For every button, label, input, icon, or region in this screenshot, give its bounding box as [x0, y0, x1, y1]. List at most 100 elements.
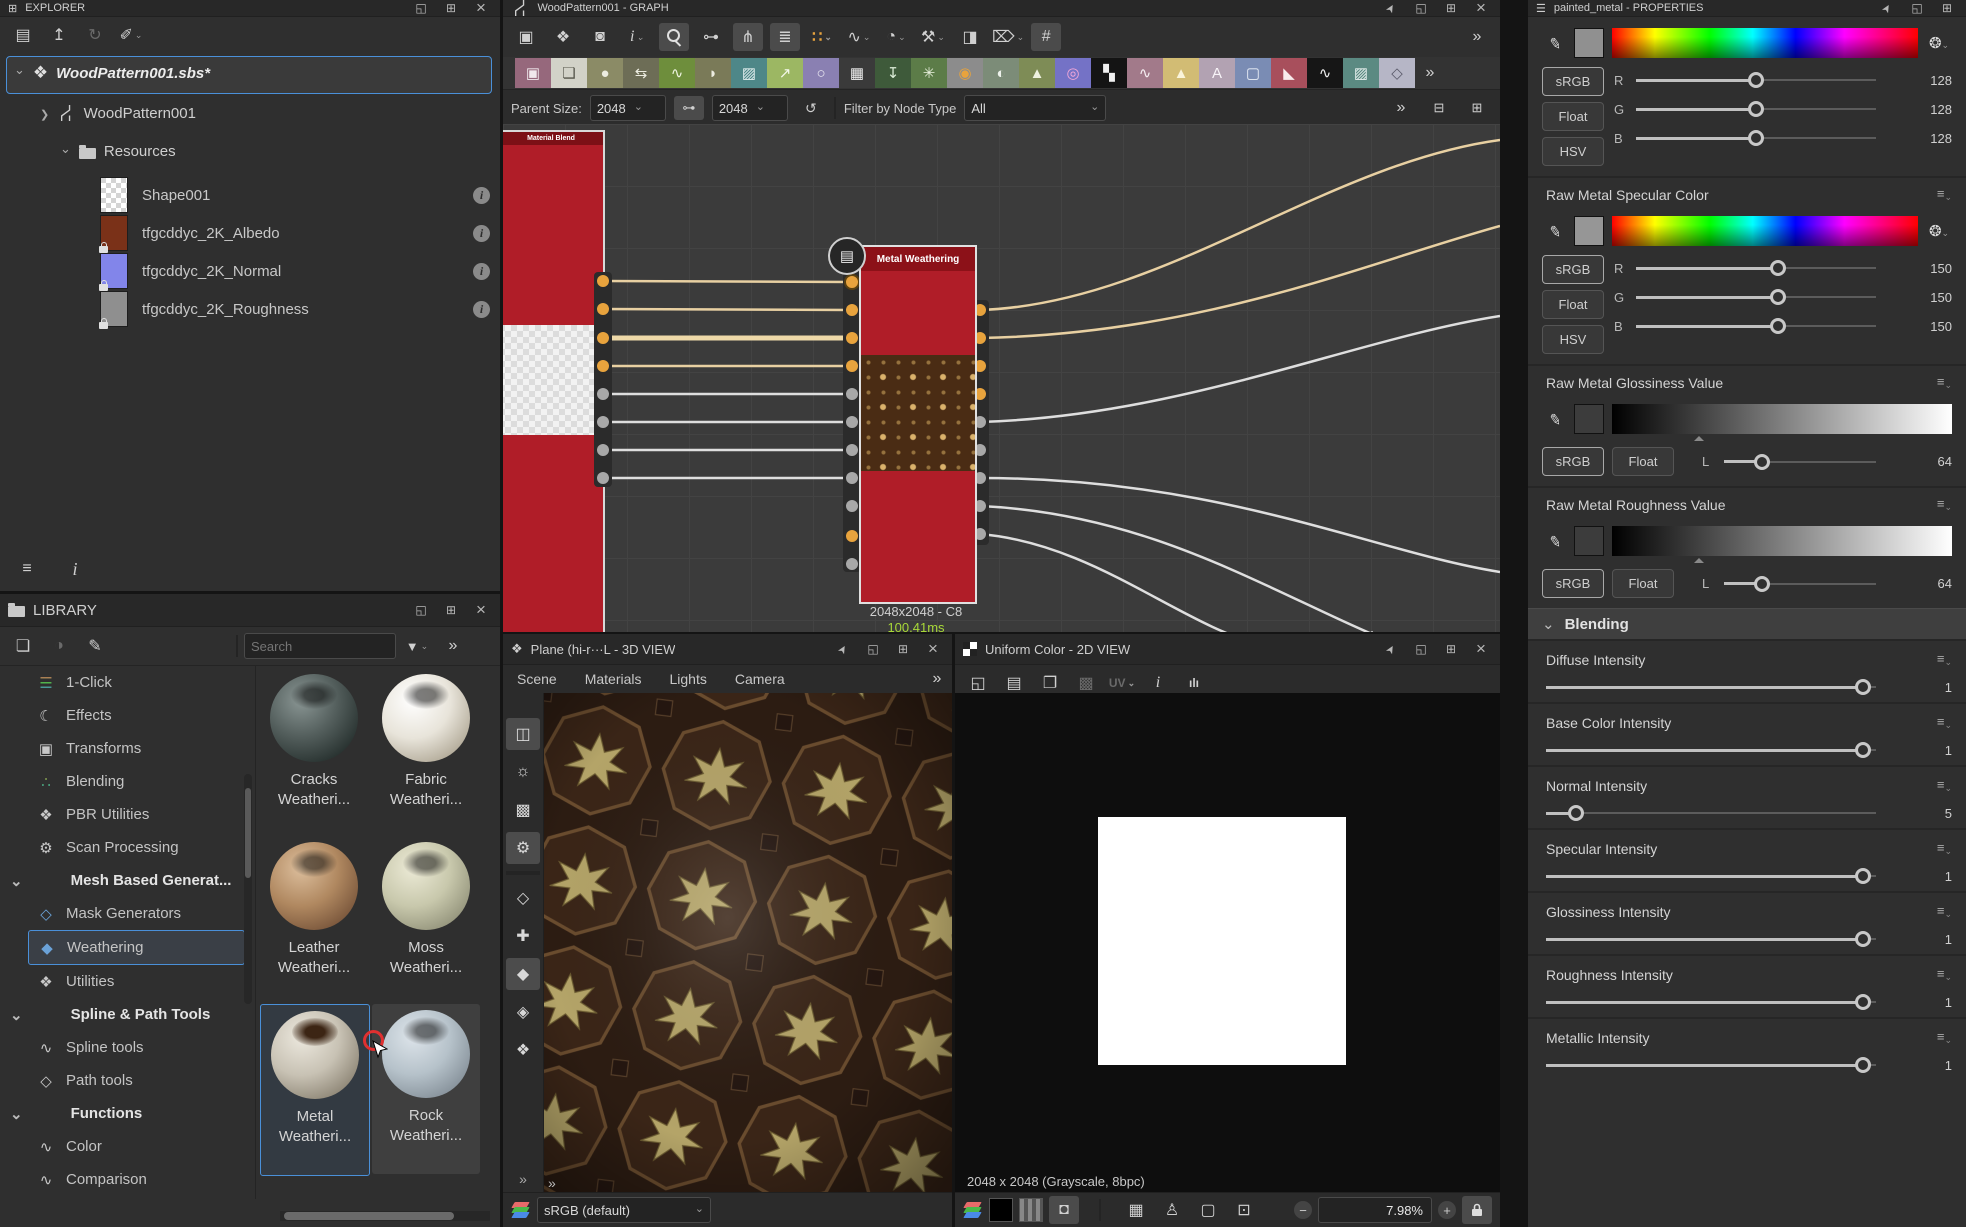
- output-document-badge[interactable]: [828, 237, 866, 275]
- colorspace-layers-icon[interactable]: [511, 1202, 531, 1218]
- tile-grid-button[interactable]: ▦: [1121, 1196, 1151, 1224]
- cracks-node[interactable]: ▨: [1343, 58, 1379, 88]
- parameter-menu-icon[interactable]: ≡: [1937, 496, 1952, 513]
- view3d-canvas[interactable]: »: [544, 693, 952, 1193]
- float-panel-button[interactable]: [1410, 0, 1432, 17]
- red-slider[interactable]: [1636, 259, 1902, 277]
- parameter-menu-icon[interactable]: ≡: [1937, 777, 1952, 794]
- menu-item[interactable]: Camera: [721, 671, 799, 687]
- hue-gradient-bar[interactable]: [1612, 216, 1918, 246]
- eyedropper-icon[interactable]: [1542, 410, 1566, 428]
- fit-view-button[interactable]: ▣: [511, 23, 541, 51]
- maximize-panel-button[interactable]: [1936, 0, 1958, 17]
- gray-swatch[interactable]: [1574, 404, 1604, 434]
- shelf-item-moss[interactable]: Moss Weatheri...: [372, 836, 480, 1006]
- colorspace-select[interactable]: sRGB (default): [537, 1197, 711, 1223]
- shelf-item-leather[interactable]: Leather Weatheri...: [260, 836, 368, 1006]
- bitmap-node[interactable]: ▣: [515, 58, 551, 88]
- close-panel-button[interactable]: [922, 640, 944, 658]
- overflow-menu-icon[interactable]: »: [1462, 23, 1492, 51]
- maximize-panel-button[interactable]: [1440, 0, 1462, 17]
- slope-blur-node[interactable]: ▨: [731, 58, 767, 88]
- blur-node[interactable]: ●: [587, 58, 623, 88]
- menu-item[interactable]: Materials: [571, 671, 656, 687]
- directional-blur-node[interactable]: ◗: [695, 58, 731, 88]
- toolbar-separator[interactable]: [506, 871, 540, 875]
- color-swatch[interactable]: [1574, 216, 1604, 246]
- close-panel-button[interactable]: [1470, 0, 1492, 17]
- clean-graph-button[interactable]: ⌦: [992, 23, 1024, 51]
- environment-button[interactable]: ▩: [506, 794, 540, 826]
- library-category[interactable]: Functions: [0, 1097, 255, 1130]
- levels-node[interactable]: ▚: [1091, 58, 1127, 88]
- parameter-menu-icon[interactable]: ≡: [1937, 1029, 1952, 1046]
- parent-size-height-select[interactable]: 2048: [712, 95, 788, 121]
- library-category[interactable]: ∿ Comparison: [0, 1163, 255, 1196]
- intensity-slider[interactable]: [1546, 804, 1902, 822]
- svg-node[interactable]: ❏: [551, 58, 587, 88]
- link-sizes-button[interactable]: ⊶: [674, 96, 704, 120]
- intensity-slider[interactable]: [1546, 741, 1902, 759]
- float-panel-button[interactable]: [862, 640, 884, 658]
- sphere-node[interactable]: ◐: [983, 58, 1019, 88]
- compute-timer-button[interactable]: ◔: [881, 23, 911, 51]
- float-panel-button[interactable]: [1906, 0, 1928, 17]
- parameter-menu-icon[interactable]: ≡: [1937, 714, 1952, 731]
- green-slider[interactable]: [1636, 100, 1902, 118]
- mannequin-button[interactable]: ♙: [1157, 1196, 1187, 1224]
- library-category[interactable]: ▣ Transforms: [0, 732, 255, 765]
- parameter-menu-icon[interactable]: ≡: [1937, 651, 1952, 668]
- snap-grid-button[interactable]: #: [1031, 23, 1061, 51]
- float-panel-button[interactable]: [410, 0, 432, 17]
- actual-size-button[interactable]: ⊡: [1229, 1196, 1259, 1224]
- eyedropper-icon[interactable]: [1542, 34, 1566, 52]
- zoom-in-button[interactable]: +: [1438, 1201, 1456, 1219]
- gradient-node[interactable]: ↧: [875, 58, 911, 88]
- edit-button[interactable]: ✎: [80, 632, 110, 660]
- refresh-button[interactable]: ↻: [80, 21, 110, 49]
- reset-size-button[interactable]: ↺: [796, 94, 826, 122]
- menu-overflow-icon[interactable]: »: [922, 665, 952, 693]
- lock-zoom-button[interactable]: [1462, 1196, 1492, 1224]
- close-panel-button[interactable]: [1470, 640, 1492, 658]
- srgb-button[interactable]: sRGB: [1542, 569, 1604, 598]
- color-presets-icon[interactable]: [1926, 34, 1952, 52]
- depth-panels-button[interactable]: ≣: [770, 23, 800, 51]
- library-category[interactable]: ☰ 1-Click: [0, 666, 255, 699]
- uv-display-button[interactable]: ◈: [506, 996, 540, 1028]
- fill-node[interactable]: ◣: [1271, 58, 1307, 88]
- scatter-node[interactable]: ✳: [911, 58, 947, 88]
- library-category[interactable]: ∿ Spline tools: [0, 1031, 255, 1064]
- screenshot-button[interactable]: ◙: [585, 23, 615, 51]
- blue-slider[interactable]: [1636, 129, 1902, 147]
- pattern-swatch[interactable]: [1019, 1198, 1043, 1222]
- layers-display-button[interactable]: ❖: [506, 1034, 540, 1066]
- hue-gradient-bar[interactable]: [1612, 28, 1918, 58]
- warp-node[interactable]: ⇆: [623, 58, 659, 88]
- view2d-canvas[interactable]: 2048 x 2048 (Grayscale, 8bpc): [955, 693, 1500, 1193]
- connector-options-button[interactable]: ∷: [807, 23, 837, 51]
- light-button[interactable]: ☼: [506, 756, 540, 788]
- luminance-slider[interactable]: [1724, 575, 1902, 593]
- histogram-node[interactable]: ▲: [1019, 58, 1055, 88]
- hsl-node[interactable]: ◎: [1055, 58, 1091, 88]
- filter-node-type-select[interactable]: All: [964, 95, 1106, 121]
- close-panel-button[interactable]: [470, 601, 492, 619]
- search-button[interactable]: [659, 23, 689, 51]
- shape-node[interactable]: ○: [803, 58, 839, 88]
- spline-node[interactable]: ∿: [1127, 58, 1163, 88]
- geometry-button[interactable]: ◆: [506, 958, 540, 990]
- shelf-item-rock[interactable]: Rock Weatheri...: [372, 1004, 480, 1174]
- info-button[interactable]: i: [622, 23, 652, 51]
- float-button[interactable]: Float: [1612, 447, 1674, 476]
- parameter-menu-icon[interactable]: ≡: [1937, 903, 1952, 920]
- intensity-slider[interactable]: [1546, 678, 1902, 696]
- intensity-slider[interactable]: [1546, 930, 1902, 948]
- library-category[interactable]: ☾ Effects: [0, 699, 255, 732]
- chevron-down-icon[interactable]: [14, 68, 25, 78]
- parameter-menu-icon[interactable]: ≡: [1937, 374, 1952, 391]
- luminance-slider[interactable]: [1724, 453, 1902, 471]
- tfgcddyc_2K_Roughness[interactable]: tfgcddyc_2K_Roughness i: [100, 290, 490, 328]
- grayscale-gradient-bar[interactable]: [1612, 404, 1952, 434]
- srgb-button[interactable]: sRGB: [1542, 255, 1604, 284]
